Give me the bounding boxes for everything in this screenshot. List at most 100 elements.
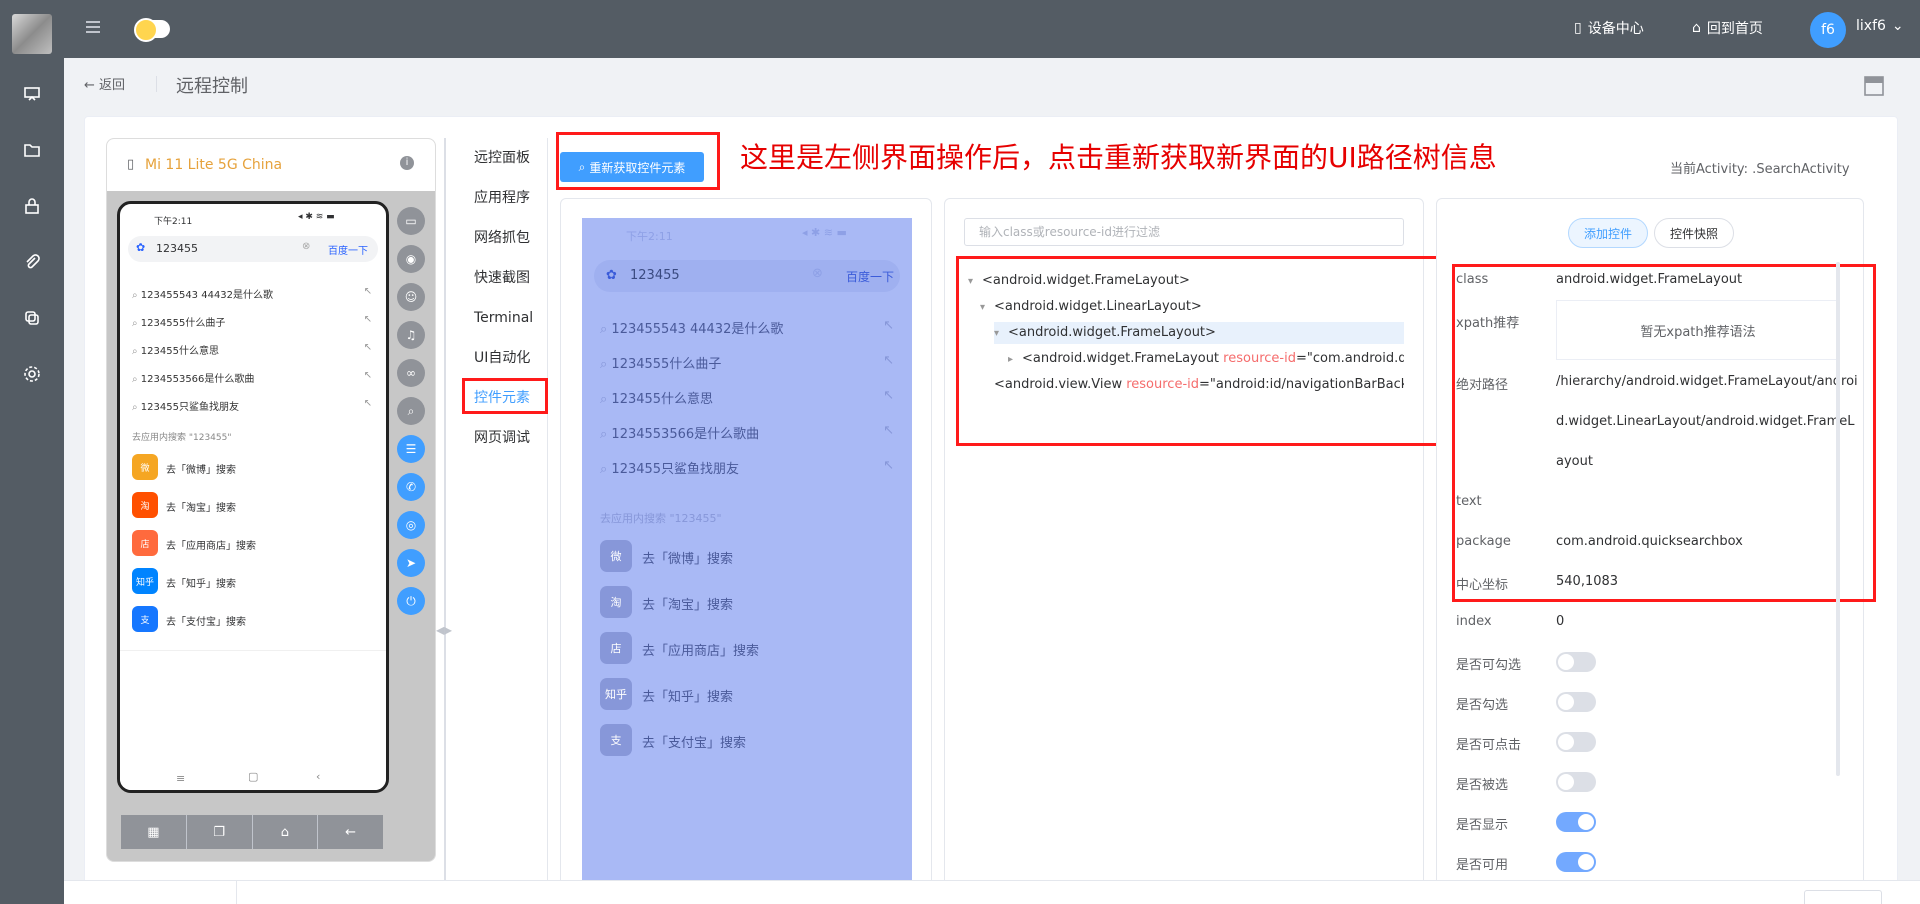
mirror-suggestion-item: ⌕ 123455只鲨鱼找朋友 ↖ (600, 458, 894, 477)
link-icon[interactable]: ∞ (397, 359, 425, 387)
folder-icon[interactable] (0, 130, 64, 170)
mirror-app-item: 支去「支付宝」搜索 (600, 724, 880, 756)
back-link[interactable]: ← 返回 (84, 74, 125, 93)
phone-app-item[interactable]: 店去「应用商店」搜索 (132, 530, 372, 558)
suggestion-text: 123455什么意思 (140, 346, 219, 357)
tab-7[interactable]: 网页调试 (458, 418, 547, 458)
username: lixf6 (1856, 18, 1886, 34)
nav-home-icon[interactable]: ▢ (248, 770, 258, 783)
suggestion-text: 123455543 44432是什么歌 (140, 290, 274, 301)
phone-suggestion-item[interactable]: ⌕ 123455只鲨鱼找朋友 ↖ (132, 398, 372, 413)
collapse-handle-icon[interactable]: ◂▸ (436, 620, 452, 639)
annotation-text: 这里是左侧界面操作后，点击重新获取新界面的UI路径树信息 (740, 141, 1497, 174)
camera-icon[interactable]: ◎ (397, 511, 425, 539)
app-label: 去「淘宝」搜索 (166, 503, 236, 514)
nav-back-icon[interactable]: ‹ (316, 770, 320, 783)
app-icon: 淘 (132, 492, 158, 518)
tab-3[interactable]: 快速截图 (458, 258, 547, 298)
tab-1[interactable]: 应用程序 (458, 178, 547, 218)
headset-icon[interactable]: ♫ (397, 321, 425, 349)
search-icon: ⌕ (600, 357, 612, 372)
props-scrollbar[interactable] (1836, 262, 1840, 776)
screenshot-mirror[interactable]: 下午2:11 ◂ ✱ ≋ ▬ ✿ 123455 ⊗ 百度一下 ⌕ 1234555… (582, 218, 912, 904)
call-icon[interactable]: ✆ (397, 473, 425, 501)
phone-icon: ▯ (1574, 20, 1582, 36)
phone-screen[interactable]: 下午2:11 ◂ ✱ ≋ ▬ ✿ 123455 ⊗ 百度一下 ⌕ 1234555… (117, 201, 389, 793)
search-icon: ⌕ (132, 318, 141, 329)
search-icon: ⌕ (132, 346, 141, 357)
dashboard-icon[interactable] (0, 74, 64, 114)
checked-switch[interactable] (1556, 692, 1596, 712)
element-snapshot-button[interactable]: 控件快照 (1654, 218, 1734, 248)
search-icon: ⌕ (132, 374, 141, 385)
phone-search-bar[interactable]: ✿ 123455 ⊗ 百度一下 (128, 236, 378, 262)
home-button-icon[interactable]: ⌂ (253, 815, 319, 849)
enabled-label: 是否可用 (1456, 858, 1509, 873)
phone-app-item[interactable]: 淘去「淘宝」搜索 (132, 492, 372, 520)
theme-toggle[interactable] (134, 18, 170, 42)
tab-0[interactable]: 远控面板 (458, 138, 547, 178)
search-icon: ⌕ (600, 392, 612, 407)
gear-icon[interactable] (0, 354, 64, 394)
tab-2[interactable]: 网络抓包 (458, 218, 547, 258)
lock-icon[interactable] (0, 186, 64, 226)
avatar[interactable]: f6 (1810, 12, 1846, 48)
home-link[interactable]: ⌂ 回到首页 (1692, 18, 1763, 38)
device-name: Mi 11 Lite 5G China (145, 157, 283, 173)
tree-filter-input[interactable]: 输入class或resource-id进行过滤 (964, 218, 1404, 246)
mirror-suggestion-item: ⌕ 123455什么意思 ↖ (600, 388, 894, 407)
back-button-icon[interactable]: ← (318, 815, 383, 849)
paperclip-icon[interactable] (0, 242, 64, 282)
send-icon[interactable]: ➤ (397, 549, 425, 577)
phone-app-item[interactable]: 支去「支付宝」搜索 (132, 606, 372, 634)
app-icon: 支 (132, 606, 158, 632)
phone-suggestion-item[interactable]: ⌕ 123455543 44432是什么歌 ↖ (132, 286, 372, 301)
copy-icon[interactable] (0, 298, 64, 338)
search-icon[interactable]: ⌕ (397, 397, 425, 425)
record-icon[interactable]: ▭ (397, 207, 425, 235)
layout-icon[interactable] (1864, 76, 1884, 100)
arrow-up-left-icon: ↖ (883, 423, 894, 438)
tab-4[interactable]: Terminal (458, 298, 547, 338)
app-icon: 知乎 (600, 678, 632, 710)
footer-button[interactable] (1804, 890, 1882, 904)
user-menu[interactable]: lixf6 ⌄ (1856, 18, 1904, 34)
panel-splitter[interactable] (444, 138, 450, 904)
apps-grid-icon[interactable]: ▦ (121, 815, 187, 849)
app-icon: 微 (132, 454, 158, 480)
device-center-link[interactable]: ▯ 设备中心 (1574, 18, 1644, 38)
app-icon: 店 (132, 530, 158, 556)
mirror-search-bar: ✿ 123455 ⊗ 百度一下 (594, 260, 900, 292)
tab-5[interactable]: UI自动化 (458, 338, 547, 378)
add-element-button[interactable]: 添加控件 (1568, 218, 1648, 248)
top-bar: ▯ 设备中心 ⌂ 回到首页 f6 lixf6 ⌄ (64, 0, 1920, 58)
phone-app-item[interactable]: 微去「微博」搜索 (132, 454, 372, 482)
phone-search-button[interactable]: 百度一下 (328, 242, 368, 257)
phone-suggestion-item[interactable]: ⌕ 123455什么意思 ↖ (132, 342, 372, 357)
list-icon[interactable]: ☰ (397, 435, 425, 463)
clickable-switch[interactable] (1556, 732, 1596, 752)
mirror-suggestion-item: ⌕ 1234553566是什么歌曲 ↖ (600, 423, 894, 442)
enabled-switch[interactable] (1556, 852, 1596, 872)
clear-icon[interactable]: ⊗ (302, 241, 310, 252)
mirror-suggestion-item: ⌕ 1234555什么曲子 ↖ (600, 353, 894, 372)
current-activity: 当前Activity: .SearchActivity (1670, 162, 1850, 177)
app-label: 去「知乎」搜索 (642, 690, 734, 705)
selected-switch[interactable] (1556, 772, 1596, 792)
menu-toggle-icon[interactable] (84, 18, 102, 40)
eye-icon[interactable]: ◉ (397, 245, 425, 273)
phone-app-item[interactable]: 知乎 去「知乎」搜索 (132, 568, 372, 596)
info-icon[interactable]: i (400, 156, 414, 170)
user-icon[interactable]: ☺ (397, 283, 425, 311)
phone-suggestion-item[interactable]: ⌕ 1234553566是什么歌曲 ↖ (132, 370, 372, 385)
search-icon: ⌕ (132, 290, 141, 301)
nav-menu-icon[interactable]: ≡ (176, 772, 185, 785)
suggestion-text: 1234553566是什么歌曲 (611, 427, 760, 442)
phone-suggestion-item[interactable]: ⌕ 1234555什么曲子 ↖ (132, 314, 372, 329)
displayed-switch[interactable] (1556, 812, 1596, 832)
recent-apps-icon[interactable]: ❐ (187, 815, 253, 849)
search-icon: ⌕ (600, 427, 612, 442)
checkable-switch[interactable] (1556, 652, 1596, 672)
power-icon[interactable]: ⏻ (397, 587, 425, 615)
mirror-search-text: 123455 (630, 268, 680, 283)
